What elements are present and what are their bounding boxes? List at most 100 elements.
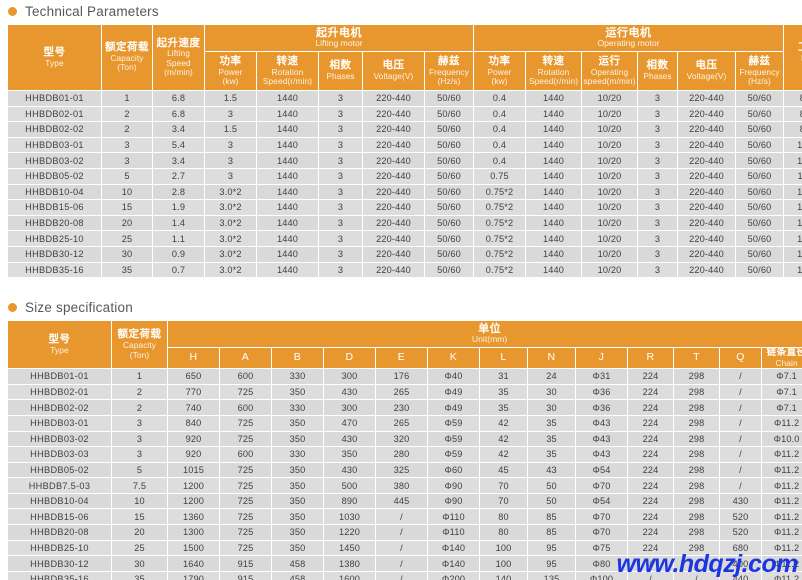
table-cell: 50 [527, 477, 576, 494]
table-cell: 725 [219, 461, 272, 479]
table-cell: 3 [318, 199, 363, 216]
table-cell: 5 [101, 167, 153, 185]
table-cell: 50/60 [423, 261, 475, 279]
table-cell: 0.4 [473, 152, 527, 169]
table-cell: 50/60 [423, 199, 475, 216]
table-cell: Φ11.2 [760, 492, 802, 510]
table-cell: 224 [627, 492, 674, 510]
table-cell: 298 [673, 508, 720, 526]
table-cell: 0.75 [473, 167, 527, 185]
table-cell: 10/20 [581, 105, 639, 123]
table-cell: 1440 [525, 183, 583, 201]
table-cell: 35 [527, 446, 576, 463]
table-cell: 298 [673, 368, 720, 385]
table-cell: 725 [219, 492, 272, 510]
table-cell: 220-440 [677, 199, 737, 216]
table-cell: 50/60 [423, 136, 475, 154]
table-cell: 50/60 [735, 121, 785, 138]
table-cell: 10/20 [581, 183, 639, 201]
table-cell: 80 [479, 508, 528, 526]
table-row: HHBDB02-02 2 740 600 330 300 230 Φ49 35 30 Φ36 224 2… [7, 399, 802, 416]
table-cell: 3 [637, 136, 679, 154]
table-cell: 10/20 [581, 214, 639, 232]
th-dim-n: N [527, 347, 576, 370]
table-cell: 520 [719, 508, 762, 526]
table-cell: 1300 [167, 524, 220, 541]
cell-model: HHBDB7.5-03 [7, 477, 112, 494]
table-cell: 380 [375, 477, 428, 494]
table-cell: 265 [375, 383, 428, 401]
table-cell: 3 [204, 136, 257, 154]
table-cell: Φ140 [427, 555, 480, 572]
table-cell: 600 [219, 368, 272, 385]
table-cell: 3.0*2 [204, 183, 257, 201]
table-cell: Φ90 [427, 492, 480, 510]
table-cell: 1440 [256, 245, 319, 263]
th-operating-power: 功率 Power (kw) [473, 51, 527, 91]
table-cell: / [719, 414, 762, 432]
table-cell: 100-180 [783, 152, 802, 169]
table-cell: 1440 [525, 261, 583, 279]
table-cell: Φ36 [575, 383, 628, 401]
table-cell: 1360 [167, 508, 220, 526]
table-cell: 3 [318, 136, 363, 154]
table-cell: 3 [637, 105, 679, 123]
cell-model: HHBDB10-04 [7, 183, 102, 201]
table-cell: 3 [111, 414, 168, 432]
table-cell: 220-440 [362, 136, 425, 154]
table-cell: 25 [101, 230, 153, 247]
table-cell: 220-440 [677, 121, 737, 138]
table-cell: 3 [637, 245, 679, 263]
table-row: HHBDB30-12 30 0.9 3.0*2 1440 3 220-440 50/60 0.7… [7, 245, 802, 263]
table-cell: 725 [219, 414, 272, 432]
table-cell: 1 [101, 90, 153, 107]
table-cell: 10/20 [581, 90, 639, 107]
table-cell: 224 [627, 524, 674, 541]
table-cell: 1015 [167, 461, 220, 479]
table-cell: 25 [111, 539, 168, 557]
section-title-technical: Technical Parameters [25, 3, 159, 19]
table-cell: / [375, 570, 428, 580]
table-cell: 3 [318, 245, 363, 263]
table-cell: 30 [111, 555, 168, 572]
table-cell: 135 [527, 570, 576, 580]
table-cell: 1440 [525, 199, 583, 216]
table-cell: 1220 [323, 524, 376, 541]
table-cell: 840 [167, 414, 220, 432]
table-cell: 3 [637, 199, 679, 216]
table-cell: 150-220 [783, 245, 802, 263]
table-cell: 3.0*2 [204, 261, 257, 279]
table-cell: Φ11.2 [760, 524, 802, 541]
table-cell: 350 [271, 414, 324, 432]
table-cell: Φ110 [427, 524, 480, 541]
section-title-size: Size specification [25, 299, 133, 315]
section-header-technical-parameters: Technical Parameters [0, 0, 802, 22]
table-cell: Φ36 [575, 399, 628, 416]
table-cell: 320 [375, 430, 428, 448]
table-cell: 220-440 [362, 214, 425, 232]
table-cell: 1440 [525, 245, 583, 263]
table-cell: 3 [111, 430, 168, 448]
table-cell: 1440 [256, 214, 319, 232]
table-cell: 220-440 [677, 167, 737, 185]
table-cell: 10/20 [581, 136, 639, 154]
th-capacity: 额定荷载 Capacity (Ton) [101, 24, 153, 91]
table-cell: 35 [479, 383, 528, 401]
table-cell: 220-440 [362, 152, 425, 169]
table-cell: 725 [219, 383, 272, 401]
th-lifting-speed: 起升速度 Lifting Speed (m/min) [152, 24, 205, 91]
table-cell: 10/20 [581, 245, 639, 263]
table-cell: 50/60 [735, 199, 785, 216]
table-cell: 298 [673, 524, 720, 541]
cell-model: HHBDB20-08 [7, 214, 102, 232]
table-row: HHBDB03-01 3 5.4 3 1440 3 220-440 50/60 0.4 1440 1… [7, 136, 802, 154]
table-cell: / [719, 461, 762, 479]
table-cell: 350 [323, 446, 376, 463]
table-cell: 220-440 [362, 167, 425, 185]
cell-model: HHBDB03-03 [7, 446, 112, 463]
table-cell: 6.8 [152, 105, 205, 123]
table-cell: 0.75*2 [473, 214, 527, 232]
table-cell: Φ59 [427, 414, 480, 432]
table-cell: 220-440 [677, 136, 737, 154]
table-row: HHBDB03-02 3 920 725 350 430 320 Φ59 42 35 Φ43 224 2… [7, 430, 802, 448]
